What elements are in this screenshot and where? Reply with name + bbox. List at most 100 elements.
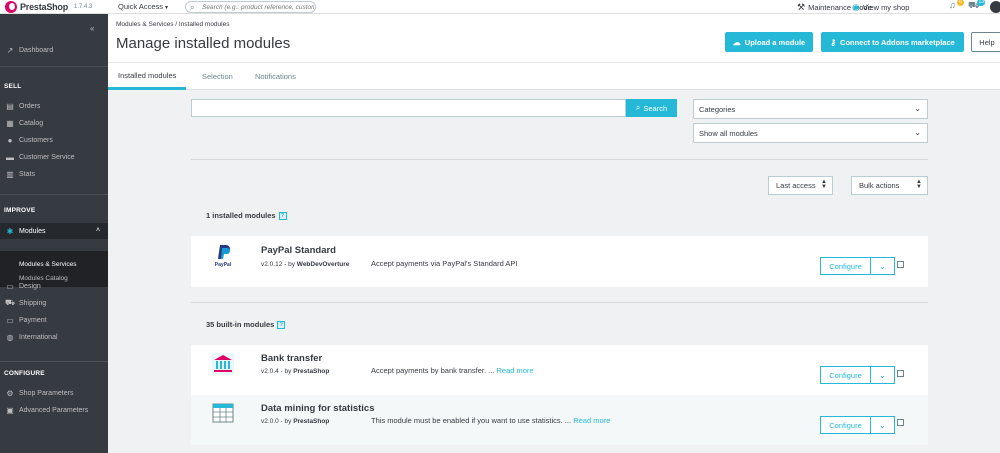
tab-installed-modules[interactable]: Installed modules xyxy=(108,63,187,90)
sidebar-item-payment[interactable]: ▭ Payment xyxy=(0,312,108,328)
sidebar-divider xyxy=(0,194,108,195)
read-more-link[interactable]: Read more xyxy=(497,366,534,375)
sidebar-item-label: Advanced Parameters xyxy=(19,406,89,414)
page-header: Modules & Services / Installed modules M… xyxy=(108,14,1000,62)
chevron-down-icon: ⌄ xyxy=(879,261,886,271)
settings-box-icon: ▣ xyxy=(6,405,14,415)
chart-icon: ▥ xyxy=(6,169,14,179)
credit-card-icon: ▭ xyxy=(6,315,14,325)
quick-access-dropdown[interactable]: Quick Access ▾ xyxy=(118,2,168,11)
globe-icon: ◍ xyxy=(6,332,14,342)
sidebar-item-dashboard[interactable]: ↗ Dashboard xyxy=(0,42,108,58)
status-select[interactable]: Show all modules ⌄ xyxy=(693,123,928,143)
sidebar-item-label: Shop Parameters xyxy=(19,389,74,397)
configure-button[interactable]: Configure xyxy=(820,366,871,384)
prestashop-logo-icon xyxy=(5,1,17,13)
sidebar-item-label: Customers xyxy=(19,136,53,144)
orders-button[interactable]: ⛟ 13 xyxy=(968,0,985,13)
sidebar-item-international[interactable]: ◍ International xyxy=(0,329,108,345)
sidebar-item-label: Dashboard xyxy=(19,46,54,54)
sort-select[interactable]: Last access ▲ ▼ xyxy=(768,176,833,195)
configure-dropdown-toggle[interactable]: ⌄ xyxy=(871,257,895,275)
categories-select[interactable]: Categories ⌄ xyxy=(693,99,928,119)
module-by: - by xyxy=(280,418,292,425)
table-icon xyxy=(212,403,234,423)
store-icon: ▦ xyxy=(6,118,14,128)
sidebar-item-label: Stats xyxy=(19,170,35,178)
read-more-link[interactable]: Read more xyxy=(573,416,610,425)
module-name: Bank transfer xyxy=(261,353,323,364)
bulk-actions-select[interactable]: Bulk actions ▲ ▼ xyxy=(851,176,928,195)
sidebar-divider xyxy=(0,66,108,67)
help-icon[interactable]: ? xyxy=(278,211,287,220)
tab-label: Selection xyxy=(202,72,233,81)
bank-icon xyxy=(212,353,234,375)
sidebar-section-improve: IMPROVE xyxy=(4,207,36,214)
module-description-text: This module must be enabled if you want … xyxy=(371,416,572,425)
sidebar-item-orders[interactable]: ▤ Orders xyxy=(0,98,108,114)
sidebar-item-stats[interactable]: ▥ Stats xyxy=(0,166,108,182)
upload-module-button[interactable]: ☁ Upload a module xyxy=(725,32,813,52)
logo[interactable]: PrestaShop 1.7.4.3 xyxy=(5,1,92,13)
module-description-text: Accept payments via PayPal's Standard AP… xyxy=(371,259,518,268)
configure-button[interactable]: Configure xyxy=(820,257,871,275)
module-search-button[interactable]: ⌕ Search xyxy=(626,99,677,117)
module-author: PrestaShop xyxy=(293,418,330,425)
configure-dropdown-toggle[interactable]: ⌄ xyxy=(871,366,895,384)
connect-addons-label: Connect to Addons marketplace xyxy=(840,37,955,47)
module-meta: v2.0.4 - by PrestaShop xyxy=(261,368,329,375)
module-row-paypal: PayPal PayPal Standard v2.0.12 - by WebD… xyxy=(191,236,928,287)
caret-down-icon: ▾ xyxy=(165,5,169,11)
sidebar-item-shop-parameters[interactable]: ⚙ Shop Parameters xyxy=(0,385,108,401)
configure-button[interactable]: Configure xyxy=(820,416,871,434)
status-select-value: Show all modules xyxy=(699,128,758,138)
categories-select-value: Categories xyxy=(699,104,736,114)
account-avatar[interactable] xyxy=(990,1,1000,13)
search-icon: ⌕ xyxy=(190,3,195,12)
module-row-bank-transfer: Bank transfer v2.0.4 - by PrestaShop Acc… xyxy=(191,345,928,395)
header-search[interactable]: ⌕ xyxy=(185,1,316,13)
wrench-icon: ⚒ xyxy=(797,1,806,12)
collapse-sidebar-icon[interactable]: « xyxy=(90,24,94,33)
module-select-checkbox[interactable] xyxy=(897,261,904,268)
module-select-checkbox[interactable] xyxy=(897,370,904,377)
module-description: Accept payments via PayPal's Standard AP… xyxy=(371,259,518,268)
quick-access-label: Quick Access xyxy=(118,2,164,11)
module-author: WebDevOverture xyxy=(296,261,350,268)
tab-notifications[interactable]: Notifications xyxy=(245,63,306,90)
user-icon: ● xyxy=(7,135,13,145)
svg-text:PayPal: PayPal xyxy=(215,262,232,267)
help-button[interactable]: Help xyxy=(971,32,1000,52)
bulk-actions-value: Bulk actions xyxy=(859,181,900,190)
breadcrumb-parent[interactable]: Modules & Services xyxy=(116,21,173,28)
sidebar-item-customers[interactable]: ● Customers xyxy=(0,132,108,148)
sidebar-item-catalog[interactable]: ▦ Catalog xyxy=(0,115,108,131)
tab-selection[interactable]: Selection xyxy=(192,63,243,90)
sidebar-item-modules[interactable]: ✱ Modules ˄ xyxy=(0,223,108,239)
notifications-button[interactable]: ♫ 6 xyxy=(949,0,964,13)
sort-select-value: Last access xyxy=(776,181,816,190)
builtin-modules-heading: 35 built-in modules ? xyxy=(206,320,286,329)
installed-count: 1 installed modules xyxy=(206,211,276,220)
sidebar-item-advanced-parameters[interactable]: ▣ Advanced Parameters xyxy=(0,402,108,418)
configure-dropdown-toggle[interactable]: ⌄ xyxy=(871,416,895,434)
chat-icon: ▬ xyxy=(6,152,14,162)
sidebar-item-design[interactable]: ▭ Design xyxy=(0,278,108,294)
module-by: - by xyxy=(280,368,292,375)
module-search-input[interactable] xyxy=(191,99,626,117)
truck-icon: ⛟ xyxy=(4,298,16,307)
tab-label: Notifications xyxy=(255,72,296,81)
header-search-input[interactable] xyxy=(202,2,314,12)
view-shop-link[interactable]: ◉ View my shop xyxy=(852,1,909,13)
sidebar-item-shipping[interactable]: ⛟ Shipping xyxy=(0,295,108,311)
chevron-up-icon: ˄ xyxy=(96,227,101,234)
gear-icon: ⚙ xyxy=(6,388,14,398)
trending-icon: ↗ xyxy=(6,45,14,55)
key-icon: ⚷ xyxy=(830,37,837,47)
sidebar-subitem-modules-services[interactable]: Modules & Services xyxy=(19,261,76,268)
connect-addons-button[interactable]: ⚷ Connect to Addons marketplace xyxy=(821,32,964,52)
help-icon[interactable]: ? xyxy=(277,320,286,329)
module-select-checkbox[interactable] xyxy=(897,419,904,426)
sidebar-item-customer-service[interactable]: ▬ Customer Service xyxy=(0,149,108,165)
module-version: v2.0.0 xyxy=(261,418,279,425)
